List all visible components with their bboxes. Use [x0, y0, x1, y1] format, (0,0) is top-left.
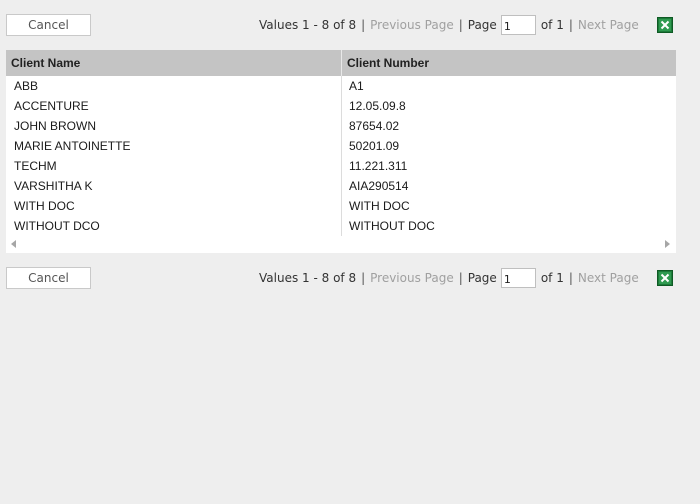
- cell-client-number: 87654.02: [349, 119, 400, 133]
- column-header-client-name[interactable]: Client Name: [6, 50, 341, 76]
- page-label: Page: [467, 18, 497, 32]
- cell-client-name: JOHN BROWN: [14, 119, 96, 133]
- excel-export-icon[interactable]: [657, 17, 673, 33]
- previous-page-link[interactable]: Previous Page: [370, 271, 454, 285]
- values-range-text: Values 1 - 8 of 8: [259, 271, 357, 285]
- cell-client-name: WITHOUT DCO: [14, 219, 100, 233]
- pager-separator: |: [361, 18, 366, 32]
- pager-separator: |: [458, 271, 463, 285]
- excel-x-glyph: [659, 19, 671, 31]
- client-table: Client Name Client Number ABB A1 ACCENTU…: [6, 50, 676, 253]
- cancel-button[interactable]: Cancel: [6, 14, 91, 36]
- cell-client-name: TECHM: [14, 159, 57, 173]
- pager-separator: |: [361, 271, 366, 285]
- pager-separator: |: [568, 18, 573, 32]
- cell-client-number: 11.221.311: [349, 159, 408, 173]
- page-count-text: of 1: [540, 271, 564, 285]
- scroll-left-arrow-icon[interactable]: [11, 240, 16, 248]
- bottom-pager-toolbar: Cancel Values 1 - 8 of 8 | Previous Page…: [0, 266, 700, 290]
- top-pager-toolbar: Cancel Values 1 - 8 of 8 | Previous Page…: [0, 13, 700, 37]
- horizontal-scrollbar[interactable]: [6, 236, 676, 253]
- cell-client-number: WITHOUT DOC: [349, 219, 435, 233]
- table-header: Client Name Client Number: [6, 50, 676, 76]
- cell-client-number: AIA290514: [349, 179, 409, 193]
- values-range-text: Values 1 - 8 of 8: [259, 18, 357, 32]
- cell-client-name: WITH DOC: [14, 199, 75, 213]
- cell-client-name: VARSHITHA K: [14, 179, 93, 193]
- column-header-client-number[interactable]: Client Number: [341, 50, 676, 76]
- column-divider: [341, 76, 342, 236]
- page-count-text: of 1: [540, 18, 564, 32]
- cell-client-number: 50201.09: [349, 139, 400, 153]
- cell-client-number: A1: [349, 79, 364, 93]
- pager: Values 1 - 8 of 8 | Previous Page | Page…: [259, 266, 639, 290]
- page-number-input[interactable]: [500, 15, 536, 35]
- pager: Values 1 - 8 of 8 | Previous Page | Page…: [259, 13, 639, 37]
- pager-separator: |: [568, 271, 573, 285]
- cell-client-name: MARIE ANTOINETTE: [14, 139, 131, 153]
- scroll-right-arrow-icon[interactable]: [665, 240, 670, 248]
- page-label: Page: [467, 271, 497, 285]
- excel-export-icon[interactable]: [657, 270, 673, 286]
- page-number-input[interactable]: [500, 268, 536, 288]
- next-page-link[interactable]: Next Page: [578, 271, 639, 285]
- excel-x-glyph: [659, 272, 671, 284]
- cell-client-name: ABB: [14, 79, 39, 93]
- previous-page-link[interactable]: Previous Page: [370, 18, 454, 32]
- next-page-link[interactable]: Next Page: [578, 18, 639, 32]
- pager-separator: |: [458, 18, 463, 32]
- cell-client-number: 12.05.09.8: [349, 99, 406, 113]
- table-body: ABB A1 ACCENTURE 12.05.09.8 JOHN BROWN 8…: [6, 76, 676, 236]
- cancel-button[interactable]: Cancel: [6, 267, 91, 289]
- cell-client-name: ACCENTURE: [14, 99, 89, 113]
- cell-client-number: WITH DOC: [349, 199, 410, 213]
